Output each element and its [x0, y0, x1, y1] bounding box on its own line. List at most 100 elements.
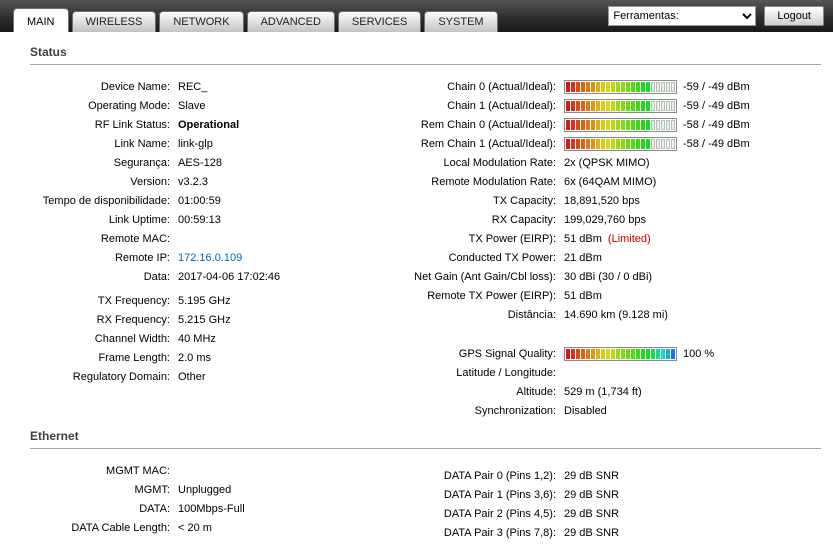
- tab-main[interactable]: MAIN: [13, 8, 69, 32]
- ethernet-row: DATA Pair 2 (Pins 4,5):29 dB SNR: [378, 504, 821, 523]
- field-value: Slave: [178, 100, 206, 112]
- status-row: Version:v3.2.3: [30, 172, 378, 191]
- field-value: 01:00:59: [178, 195, 221, 207]
- value-text: 529 m (1,734 ft): [564, 386, 642, 398]
- gauge-segment: [621, 120, 625, 130]
- gauge-segment: [616, 101, 620, 111]
- gauge-segment: [601, 101, 605, 111]
- tools-dropdown[interactable]: Ferramentas:: [608, 6, 756, 26]
- field-label: Regulatory Domain:: [30, 371, 178, 383]
- status-row: Tempo de disponibilidade:01:00:59: [30, 191, 378, 210]
- gauge-segment: [576, 139, 580, 149]
- field-label: TX Capacity:: [378, 195, 564, 207]
- gauge-segment: [586, 120, 590, 130]
- tab-wireless[interactable]: WIRELESS: [72, 11, 157, 32]
- field-value: 199,029,760 bps: [564, 214, 646, 226]
- ethernet-right-column: DATA Pair 0 (Pins 1,2):29 dB SNRDATA Pai…: [378, 461, 821, 542]
- field-label: Remote TX Power (EIRP):: [378, 290, 564, 302]
- field-label: Link Name:: [30, 138, 178, 150]
- gauge-segment: [606, 82, 610, 92]
- gauge-segment: [651, 82, 655, 92]
- remote-ip-link[interactable]: 172.16.0.109: [178, 252, 242, 264]
- field-label: Chain 1 (Actual/Ideal):: [378, 100, 564, 112]
- logout-button[interactable]: Logout: [764, 6, 824, 26]
- status-row: Rem Chain 0 (Actual/Ideal):-58 / -49 dBm: [378, 115, 821, 134]
- ethernet-left-column: MGMT MAC:MGMT:UnpluggedDATA:100Mbps-Full…: [30, 461, 378, 542]
- field-label: Synchronization:: [378, 405, 564, 417]
- field-value: 100 %: [564, 347, 714, 361]
- tab-services[interactable]: SERVICES: [338, 11, 421, 32]
- field-label: Version:: [30, 176, 178, 188]
- value-text: 51 dBm: [564, 233, 602, 245]
- signal-strength-gauge: [564, 118, 677, 132]
- field-label: MGMT MAC:: [30, 465, 178, 477]
- field-value: 2017-04-06 17:02:46: [178, 271, 280, 283]
- field-value: 40 MHz: [178, 333, 216, 345]
- value-text: v3.2.3: [178, 176, 208, 188]
- value-text: -58 / -49 dBm: [683, 138, 750, 150]
- gauge-segment: [656, 82, 660, 92]
- value-text: -59 / -49 dBm: [683, 81, 750, 93]
- gauge-segment: [626, 139, 630, 149]
- value-text: 01:00:59: [178, 195, 221, 207]
- gauge-segment: [591, 82, 595, 92]
- gauge-segment: [646, 101, 650, 111]
- gauge-segment: [641, 82, 645, 92]
- field-label: DATA Pair 1 (Pins 3,6):: [378, 489, 564, 501]
- status-section: Device Name:REC_Operating Mode:SlaveRF L…: [30, 77, 821, 420]
- value-text: 29 dB SNR: [564, 470, 619, 482]
- field-label: DATA Pair 3 (Pins 7,8):: [378, 527, 564, 539]
- signal-strength-gauge: [564, 347, 677, 361]
- spacer: [378, 324, 821, 344]
- value-text: < 20 m: [178, 522, 212, 534]
- field-value: 29 dB SNR: [564, 470, 619, 482]
- gauge-segment: [586, 139, 590, 149]
- gauge-segment: [601, 139, 605, 149]
- field-value: REC_: [178, 81, 207, 93]
- gauge-segment: [616, 139, 620, 149]
- gauge-segment: [656, 120, 660, 130]
- field-value: Other: [178, 371, 206, 383]
- field-label: Operating Mode:: [30, 100, 178, 112]
- gauge-segment: [641, 101, 645, 111]
- ethernet-row: DATA Pair 3 (Pins 7,8):29 dB SNR: [378, 523, 821, 542]
- tab-advanced[interactable]: ADVANCED: [247, 11, 335, 32]
- gauge-segment: [611, 101, 615, 111]
- gauge-segment: [631, 82, 635, 92]
- gauge-segment: [586, 101, 590, 111]
- field-label: Tempo de disponibilidade:: [30, 195, 178, 207]
- signal-strength-gauge: [564, 80, 677, 94]
- status-section-title: Status: [30, 36, 821, 65]
- status-row: Channel Width:40 MHz: [30, 329, 378, 348]
- ethernet-row: MGMT MAC:: [30, 461, 378, 480]
- value-text: 100Mbps-Full: [178, 503, 245, 515]
- status-row: Remote MAC:: [30, 229, 378, 248]
- status-row: Rem Chain 1 (Actual/Ideal):-58 / -49 dBm: [378, 134, 821, 153]
- gauge-segment: [616, 120, 620, 130]
- gauge-segment: [666, 120, 670, 130]
- gauge-segment: [596, 101, 600, 111]
- status-row: Link Uptime:00:59:13: [30, 210, 378, 229]
- tab-network[interactable]: NETWORK: [159, 11, 243, 32]
- tab-bar: MAINWIRELESSNETWORKADVANCEDSERVICESSYSTE…: [13, 8, 498, 32]
- gauge-segment: [671, 101, 675, 111]
- value-text: -59 / -49 dBm: [683, 100, 750, 112]
- field-value: < 20 m: [178, 522, 212, 534]
- field-label: Device Name:: [30, 81, 178, 93]
- value-text: 18,891,520 bps: [564, 195, 640, 207]
- gauge-segment: [576, 349, 580, 359]
- gauge-segment: [651, 101, 655, 111]
- gauge-segment: [636, 139, 640, 149]
- main-content: Status Device Name:REC_Operating Mode:Sl…: [0, 32, 833, 542]
- tab-system[interactable]: SYSTEM: [424, 11, 497, 32]
- field-value: Operational: [178, 119, 239, 131]
- gauge-segment: [566, 82, 570, 92]
- field-value: 100Mbps-Full: [178, 503, 245, 515]
- gauge-segment: [646, 120, 650, 130]
- gauge-segment: [581, 120, 585, 130]
- status-row: Segurança:AES-128: [30, 153, 378, 172]
- field-value: 2.0 ms: [178, 352, 211, 364]
- gauge-segment: [631, 349, 635, 359]
- gauge-segment: [636, 82, 640, 92]
- field-value: 18,891,520 bps: [564, 195, 640, 207]
